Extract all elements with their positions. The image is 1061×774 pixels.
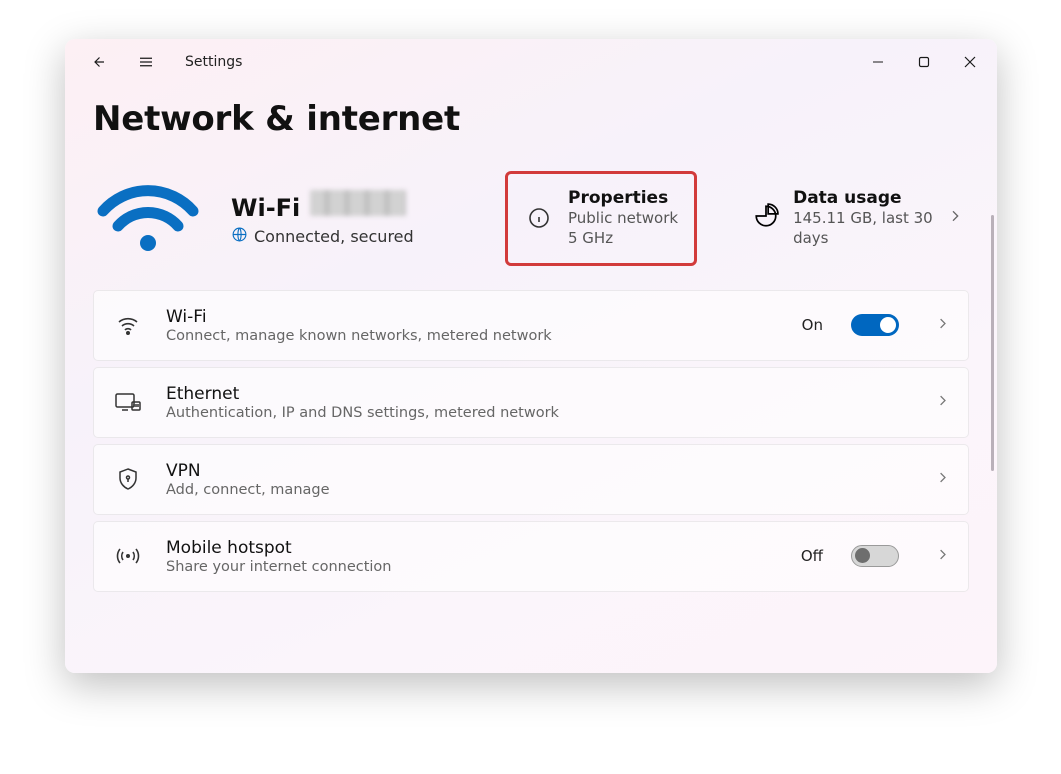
list-item-sub: Connect, manage known networks, metered … — [166, 328, 552, 344]
hotspot-icon — [112, 546, 144, 566]
connection-status: Connected, secured — [254, 227, 414, 246]
pie-chart-icon — [753, 203, 779, 233]
info-icon — [524, 206, 554, 230]
list-item-hotspot[interactable]: Mobile hotspot Share your internet conne… — [93, 521, 969, 592]
ethernet-icon — [112, 391, 144, 413]
globe-icon — [231, 226, 248, 247]
chevron-right-icon — [935, 547, 950, 566]
list-item-sub: Share your internet connection — [166, 559, 392, 575]
settings-list: Wi-Fi Connect, manage known networks, me… — [93, 290, 969, 592]
list-item-title: Wi-Fi — [166, 307, 552, 327]
maximize-button[interactable] — [901, 42, 947, 82]
connection-info: Wi-Fi Connected, secured — [231, 190, 471, 247]
chevron-right-icon — [935, 470, 950, 489]
settings-window: Settings Network & internet — [65, 39, 997, 673]
wifi-icon — [112, 313, 144, 337]
properties-card[interactable]: Properties Public network 5 GHz — [505, 171, 697, 266]
menu-button[interactable] — [123, 42, 169, 82]
page-title: Network & internet — [93, 99, 969, 139]
list-item-title: Mobile hotspot — [166, 538, 392, 558]
list-item-sub: Add, connect, manage — [166, 482, 330, 498]
content-area: Network & internet Wi-Fi Conn — [65, 85, 997, 673]
hotspot-toggle[interactable] — [851, 545, 899, 567]
wifi-signal-icon — [93, 176, 203, 260]
chevron-right-icon — [935, 316, 950, 335]
properties-title: Properties — [568, 188, 678, 208]
list-item-ethernet[interactable]: Ethernet Authentication, IP and DNS sett… — [93, 367, 969, 438]
back-button[interactable] — [75, 42, 121, 82]
wifi-toggle[interactable] — [851, 314, 899, 336]
status-row: Wi-Fi Connected, secured Properties Publ… — [93, 157, 969, 290]
close-button[interactable] — [947, 42, 993, 82]
chevron-right-icon — [935, 393, 950, 412]
scrollbar[interactable] — [991, 215, 994, 471]
list-item-vpn[interactable]: VPN Add, connect, manage — [93, 444, 969, 515]
chevron-right-icon — [947, 208, 969, 228]
wifi-label: Wi-Fi — [231, 194, 300, 222]
window-controls — [855, 42, 993, 82]
list-item-title: VPN — [166, 461, 330, 481]
properties-sub1: Public network — [568, 208, 678, 228]
app-title: Settings — [185, 54, 242, 70]
shield-lock-icon — [112, 467, 144, 491]
ssid-redacted — [310, 190, 406, 216]
minimize-button[interactable] — [855, 42, 901, 82]
wifi-state-label: On — [802, 316, 823, 334]
list-item-title: Ethernet — [166, 384, 559, 404]
data-usage-card[interactable]: Data usage 145.11 GB, last 30 days — [753, 188, 969, 249]
hotspot-state-label: Off — [801, 547, 823, 565]
titlebar: Settings — [65, 39, 997, 85]
data-usage-title: Data usage — [793, 188, 933, 208]
properties-sub2: 5 GHz — [568, 228, 678, 248]
data-usage-sub: 145.11 GB, last 30 days — [793, 208, 933, 249]
list-item-wifi[interactable]: Wi-Fi Connect, manage known networks, me… — [93, 290, 969, 361]
list-item-sub: Authentication, IP and DNS settings, met… — [166, 405, 559, 421]
